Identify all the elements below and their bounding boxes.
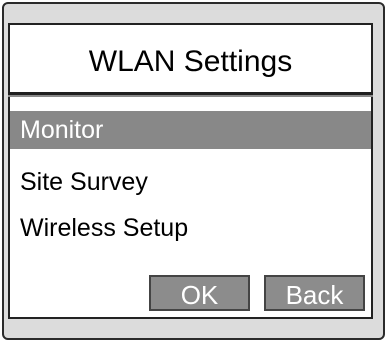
- title-bar: WLAN Settings: [8, 23, 373, 92]
- menu-item-wireless-setup[interactable]: Wireless Setup: [10, 209, 371, 247]
- back-button[interactable]: Back: [264, 275, 365, 311]
- menu-list: Monitor Site Survey Wireless Setup OK Ba…: [8, 97, 373, 319]
- menu-item-monitor[interactable]: Monitor: [10, 111, 371, 149]
- menu-item-site-survey[interactable]: Site Survey: [10, 163, 371, 201]
- ok-button[interactable]: OK: [149, 275, 250, 311]
- dialog-title: WLAN Settings: [88, 45, 293, 78]
- device-screen: WLAN Settings Monitor Site Survey Wirele…: [0, 0, 387, 341]
